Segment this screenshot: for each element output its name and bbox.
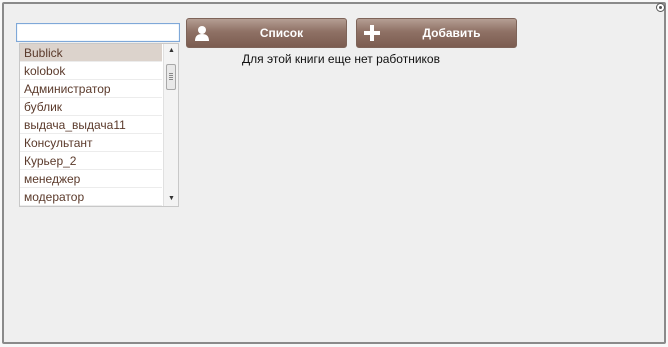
list-item[interactable]: Администратор	[20, 80, 162, 98]
list-item[interactable]: Курьер_2	[20, 152, 162, 170]
user-icon	[193, 24, 211, 42]
add-button[interactable]: Добавить	[356, 18, 517, 48]
list-item[interactable]: Bublick	[20, 44, 162, 62]
list-item[interactable]: kolobok	[20, 62, 162, 80]
list-button-label: Список	[259, 26, 304, 40]
scroll-down-icon[interactable]: ▼	[164, 192, 178, 206]
scroll-thumb[interactable]	[166, 64, 176, 90]
list-item[interactable]: Консультант	[20, 134, 162, 152]
empty-state-message: Для этой книги еще нет работников	[242, 52, 440, 66]
workers-dialog: Bublick kolobok Администратор бублик выд…	[2, 2, 666, 344]
plus-icon	[363, 24, 381, 42]
list-item[interactable]: модератор	[20, 188, 162, 206]
search-input[interactable]	[16, 23, 180, 42]
list-item[interactable]: менеджер	[20, 170, 162, 188]
list-item[interactable]: бублик	[20, 98, 162, 116]
list-scrollbar[interactable]: ▲ ▼	[163, 44, 178, 206]
list-button[interactable]: Список	[186, 18, 347, 48]
close-icon[interactable]	[656, 3, 665, 12]
list-item[interactable]: выдача_выдача11	[20, 116, 162, 134]
scroll-up-icon[interactable]: ▲	[164, 44, 178, 58]
worker-list[interactable]: Bublick kolobok Администратор бублик выд…	[19, 43, 179, 207]
add-button-label: Добавить	[422, 26, 481, 40]
